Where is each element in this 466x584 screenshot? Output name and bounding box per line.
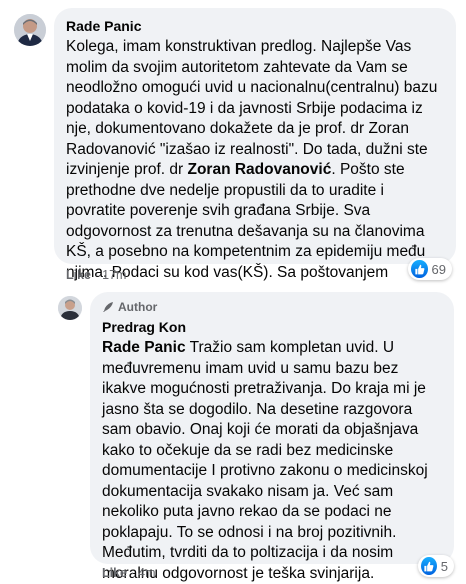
comment-reaction-number: 69 <box>431 261 446 277</box>
comment-mention[interactable]: Zoran Radovanović <box>187 161 331 178</box>
comment-timestamp[interactable]: 17m <box>102 268 126 282</box>
comment-author-name[interactable]: Rade Panic <box>66 17 444 35</box>
author-badge-label: Author <box>118 300 158 314</box>
reply-like-button[interactable]: Like <box>102 566 127 580</box>
reply-bubble: Author Predrag Kon Rade Panic Tražio sam… <box>90 292 454 582</box>
predrag-kon-avatar[interactable] <box>58 296 82 320</box>
comment-reaction-count[interactable]: 69 <box>408 258 452 280</box>
reply-timestamp[interactable]: 4m <box>138 566 155 580</box>
comment-like-button[interactable]: Like <box>66 268 91 282</box>
reply-text-body: Tražio sam kompletan uvid. U međuvremenu… <box>102 339 428 582</box>
reply-reaction-count[interactable]: 5 <box>418 555 454 577</box>
reply-mention[interactable]: Rade Panic <box>102 339 186 356</box>
comment-bubble: Rade Panic Kolega, imam konstruktivan pr… <box>54 8 456 281</box>
author-badge: Author <box>102 299 442 315</box>
comment-text: Kolega, imam konstruktivan predlog. Najl… <box>66 37 444 283</box>
reply-reaction-number: 5 <box>440 558 448 574</box>
thumbs-up-icon <box>411 260 428 278</box>
meta-separator: · <box>94 268 103 282</box>
comment-text-end: . Pošto ste prethodne dve nedelje propus… <box>66 161 426 281</box>
reply-text: Rade Panic Tražio sam kompletan uvid. U … <box>102 338 442 584</box>
comment-meta: Like · 17m <box>66 268 126 282</box>
meta-separator: · <box>130 566 139 580</box>
reply-meta: Like · 4m <box>102 566 156 580</box>
rade-panic-avatar[interactable] <box>14 14 46 46</box>
quill-pen-icon <box>102 301 114 313</box>
thumbs-up-icon <box>421 557 437 575</box>
reply-author-name[interactable]: Predrag Kon <box>102 318 442 336</box>
comment-text-start: Kolega, imam konstruktivan predlog. Najl… <box>66 38 438 178</box>
